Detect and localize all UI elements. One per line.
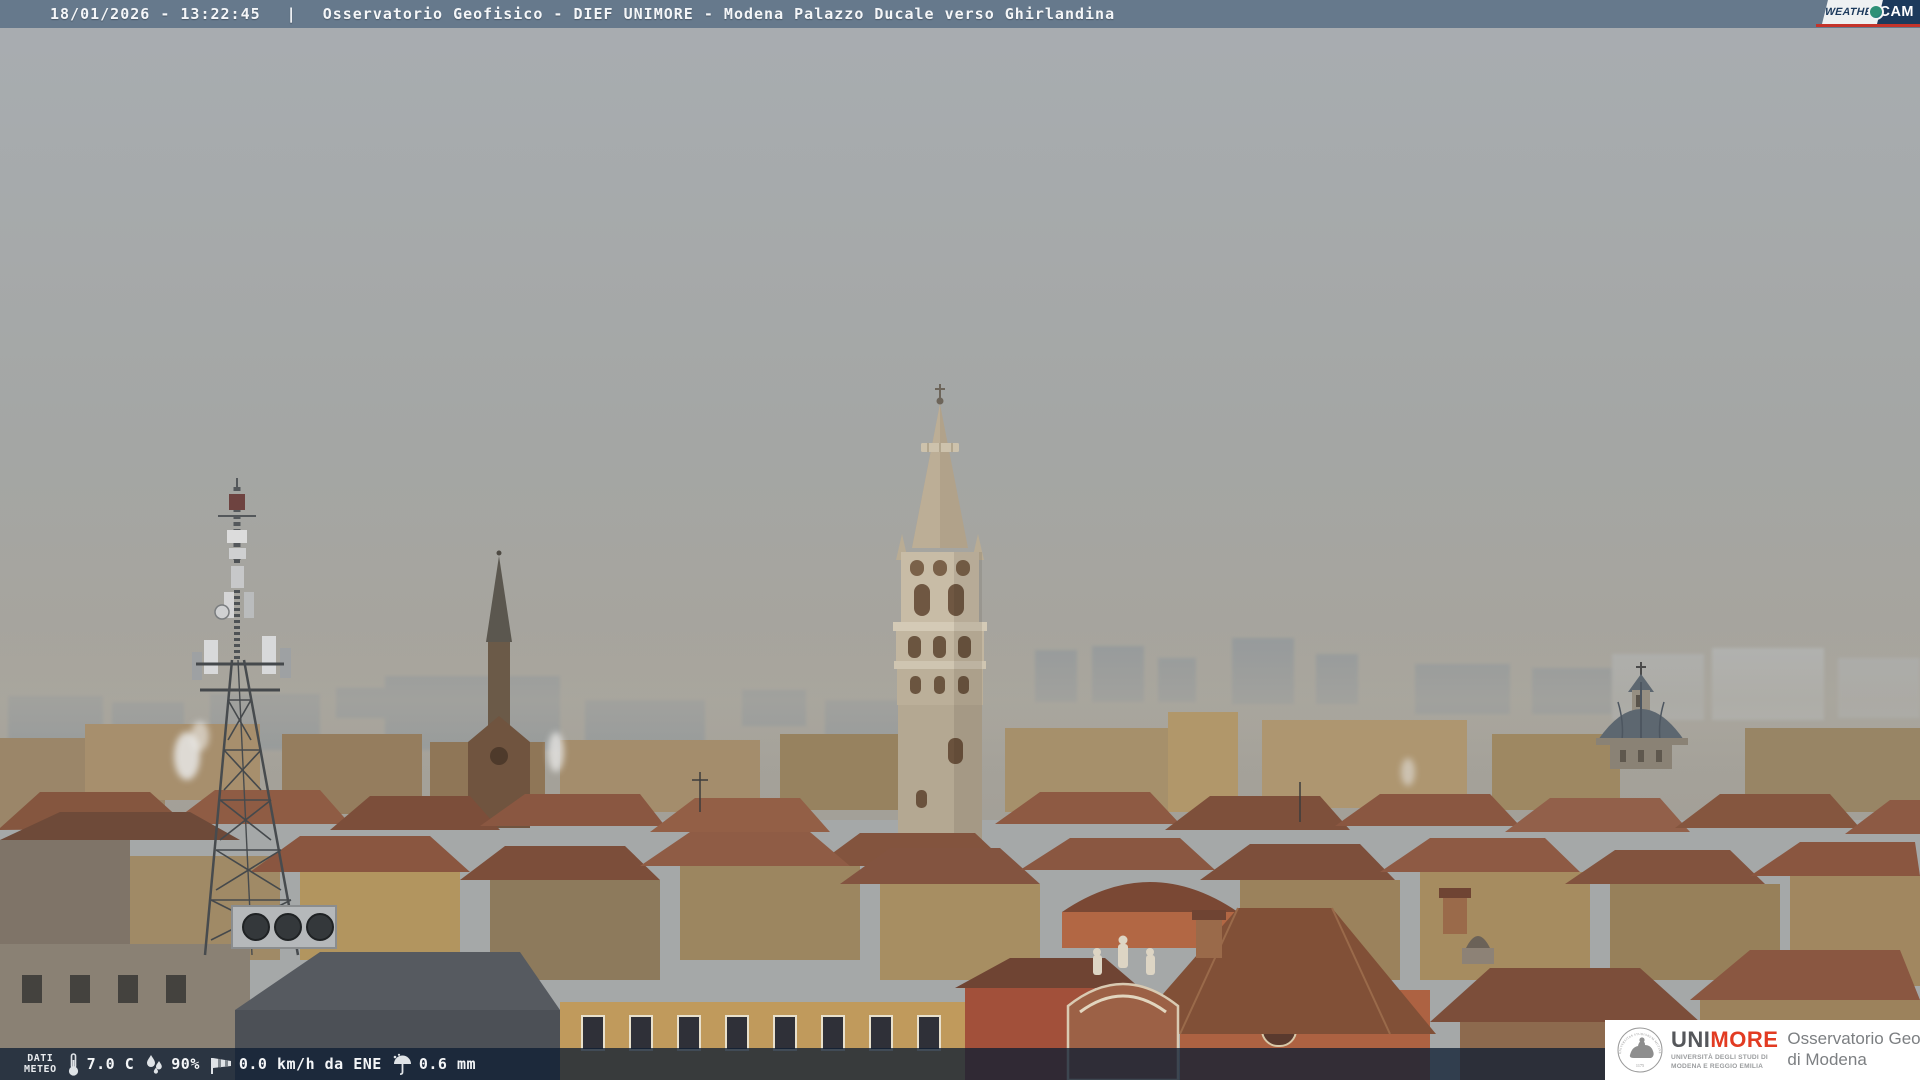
globe-icon xyxy=(1868,4,1884,20)
wordmark-uni: UNI xyxy=(1671,1026,1711,1052)
windsock-icon xyxy=(209,1053,233,1075)
unimore-panel[interactable]: UNIVERSITAS STUDIORUM MUTINENSIS ET REGI… xyxy=(1605,1020,1920,1080)
unimore-wordmark: UNIMORE UNIVERSITÀ DEGLI STUDI DI MODENA… xyxy=(1671,1026,1779,1071)
humidity-value: 90% xyxy=(171,1055,200,1073)
rain-umbrella-icon xyxy=(391,1053,413,1075)
wind-item: 0.0 km/h da ENE xyxy=(209,1053,382,1075)
datetime-text: 18/01/2026 - 13:22:45 xyxy=(50,5,261,23)
observatory-name: Osservatorio Geofisico di Modena xyxy=(1787,1029,1920,1069)
dati-meteo-label: DATI METEO xyxy=(24,1052,57,1076)
temperature-item: 7.0 C xyxy=(66,1052,135,1076)
rain-item: 0.6 mm xyxy=(391,1053,476,1075)
wordmark-more: MORE xyxy=(1710,1026,1779,1052)
thermometer-icon xyxy=(66,1052,81,1076)
humidity-item: 90% xyxy=(143,1053,200,1075)
top-status-bar: 18/01/2026 - 13:22:45 | Osservatorio Geo… xyxy=(0,0,1920,28)
precipitation-value: 0.6 mm xyxy=(418,1055,477,1073)
university-seal-icon: UNIVERSITAS STUDIORUM MUTINENSIS ET REGI… xyxy=(1615,1023,1663,1073)
weathercam-logo[interactable]: Weather Cam xyxy=(1816,0,1920,27)
humidity-drops-icon xyxy=(143,1053,165,1075)
city-photo xyxy=(0,0,1920,1080)
wind-value: 0.0 km/h da ENE xyxy=(238,1055,382,1073)
camera-title: Osservatorio Geofisico - DIEF UNIMORE - … xyxy=(322,5,1116,23)
webcam-page: 18/01/2026 - 13:22:45 | Osservatorio Geo… xyxy=(0,0,1920,1080)
separator: | xyxy=(286,5,297,23)
temperature-value: 7.0 C xyxy=(86,1055,135,1073)
svg-text:1175: 1175 xyxy=(1636,1063,1644,1068)
unimore-subtitle: UNIVERSITÀ DEGLI STUDI DI MODENA E REGGI… xyxy=(1671,1053,1768,1070)
